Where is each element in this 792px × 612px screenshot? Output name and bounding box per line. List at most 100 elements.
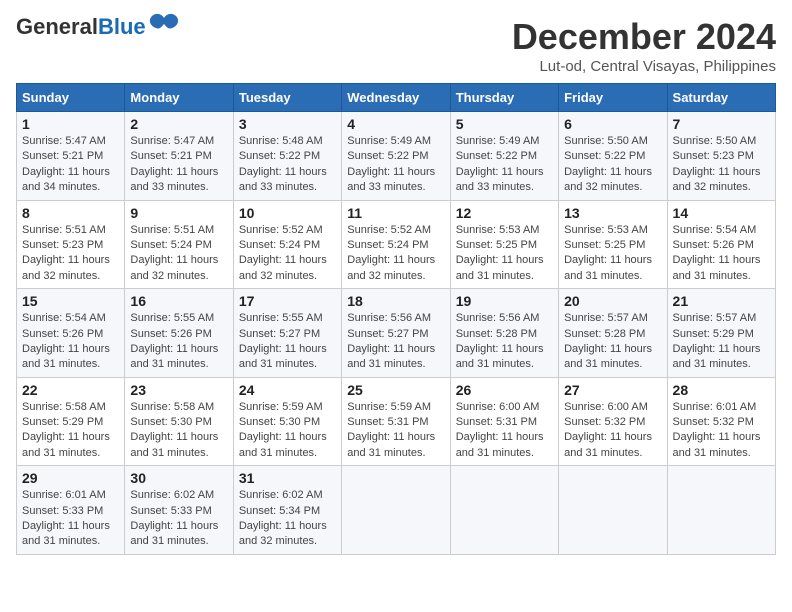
day-info: Sunrise: 5:52 AM Sunset: 5:24 PM Dayligh… (347, 223, 444, 285)
table-row: 25 Sunrise: 5:59 AM Sunset: 5:31 PM Dayl… (342, 377, 450, 466)
location-title: Lut-od, Central Visayas, Philippines (512, 58, 776, 75)
day-info: Sunrise: 5:53 AM Sunset: 5:25 PM Dayligh… (564, 223, 661, 285)
col-saturday: Saturday (667, 84, 775, 112)
col-sunday: Sunday (17, 84, 125, 112)
empty-cell (667, 466, 775, 555)
table-row: 27 Sunrise: 6:00 AM Sunset: 5:32 PM Dayl… (559, 377, 667, 466)
table-row: 23 Sunrise: 5:58 AM Sunset: 5:30 PM Dayl… (125, 377, 233, 466)
calendar-table: Sunday Monday Tuesday Wednesday Thursday… (16, 83, 776, 555)
col-thursday: Thursday (450, 84, 558, 112)
table-row: 15 Sunrise: 5:54 AM Sunset: 5:26 PM Dayl… (17, 289, 125, 378)
table-row: 18 Sunrise: 5:56 AM Sunset: 5:27 PM Dayl… (342, 289, 450, 378)
day-info: Sunrise: 5:54 AM Sunset: 5:26 PM Dayligh… (22, 311, 119, 373)
logo-general: General (16, 14, 98, 39)
table-row: 26 Sunrise: 6:00 AM Sunset: 5:31 PM Dayl… (450, 377, 558, 466)
day-number: 7 (673, 116, 770, 132)
day-number: 26 (456, 382, 553, 398)
day-number: 12 (456, 205, 553, 221)
day-info: Sunrise: 5:57 AM Sunset: 5:29 PM Dayligh… (673, 311, 770, 373)
day-info: Sunrise: 5:48 AM Sunset: 5:22 PM Dayligh… (239, 134, 336, 196)
day-info: Sunrise: 5:59 AM Sunset: 5:30 PM Dayligh… (239, 400, 336, 462)
day-number: 2 (130, 116, 227, 132)
day-info: Sunrise: 5:49 AM Sunset: 5:22 PM Dayligh… (347, 134, 444, 196)
col-friday: Friday (559, 84, 667, 112)
day-info: Sunrise: 5:58 AM Sunset: 5:30 PM Dayligh… (130, 400, 227, 462)
table-row: 22 Sunrise: 5:58 AM Sunset: 5:29 PM Dayl… (17, 377, 125, 466)
day-number: 8 (22, 205, 119, 221)
table-row: 16 Sunrise: 5:55 AM Sunset: 5:26 PM Dayl… (125, 289, 233, 378)
table-row: 3 Sunrise: 5:48 AM Sunset: 5:22 PM Dayli… (233, 112, 341, 201)
logo: GeneralBlue (16, 16, 180, 38)
day-number: 24 (239, 382, 336, 398)
table-row: 9 Sunrise: 5:51 AM Sunset: 5:24 PM Dayli… (125, 200, 233, 289)
day-info: Sunrise: 5:51 AM Sunset: 5:23 PM Dayligh… (22, 223, 119, 285)
day-number: 9 (130, 205, 227, 221)
logo-text: GeneralBlue (16, 16, 146, 38)
empty-cell (450, 466, 558, 555)
day-info: Sunrise: 5:59 AM Sunset: 5:31 PM Dayligh… (347, 400, 444, 462)
day-number: 16 (130, 293, 227, 309)
day-info: Sunrise: 5:52 AM Sunset: 5:24 PM Dayligh… (239, 223, 336, 285)
day-number: 20 (564, 293, 661, 309)
day-info: Sunrise: 5:55 AM Sunset: 5:27 PM Dayligh… (239, 311, 336, 373)
day-info: Sunrise: 5:51 AM Sunset: 5:24 PM Dayligh… (130, 223, 227, 285)
day-number: 17 (239, 293, 336, 309)
empty-cell (559, 466, 667, 555)
table-row: 29 Sunrise: 6:01 AM Sunset: 5:33 PM Dayl… (17, 466, 125, 555)
table-row: 4 Sunrise: 5:49 AM Sunset: 5:22 PM Dayli… (342, 112, 450, 201)
day-number: 6 (564, 116, 661, 132)
day-info: Sunrise: 5:58 AM Sunset: 5:29 PM Dayligh… (22, 400, 119, 462)
day-number: 19 (456, 293, 553, 309)
table-row: 2 Sunrise: 5:47 AM Sunset: 5:21 PM Dayli… (125, 112, 233, 201)
table-row: 21 Sunrise: 5:57 AM Sunset: 5:29 PM Dayl… (667, 289, 775, 378)
table-row: 12 Sunrise: 5:53 AM Sunset: 5:25 PM Dayl… (450, 200, 558, 289)
day-info: Sunrise: 6:01 AM Sunset: 5:33 PM Dayligh… (22, 488, 119, 550)
day-number: 25 (347, 382, 444, 398)
col-wednesday: Wednesday (342, 84, 450, 112)
day-info: Sunrise: 5:54 AM Sunset: 5:26 PM Dayligh… (673, 223, 770, 285)
day-info: Sunrise: 5:47 AM Sunset: 5:21 PM Dayligh… (130, 134, 227, 196)
day-number: 4 (347, 116, 444, 132)
day-number: 27 (564, 382, 661, 398)
day-number: 31 (239, 470, 336, 486)
day-number: 1 (22, 116, 119, 132)
table-row: 6 Sunrise: 5:50 AM Sunset: 5:22 PM Dayli… (559, 112, 667, 201)
table-row: 28 Sunrise: 6:01 AM Sunset: 5:32 PM Dayl… (667, 377, 775, 466)
day-info: Sunrise: 5:53 AM Sunset: 5:25 PM Dayligh… (456, 223, 553, 285)
day-info: Sunrise: 6:00 AM Sunset: 5:31 PM Dayligh… (456, 400, 553, 462)
header-row: Sunday Monday Tuesday Wednesday Thursday… (17, 84, 776, 112)
calendar-week-row: 8 Sunrise: 5:51 AM Sunset: 5:23 PM Dayli… (17, 200, 776, 289)
day-info: Sunrise: 6:02 AM Sunset: 5:33 PM Dayligh… (130, 488, 227, 550)
table-row: 1 Sunrise: 5:47 AM Sunset: 5:21 PM Dayli… (17, 112, 125, 201)
day-number: 5 (456, 116, 553, 132)
col-tuesday: Tuesday (233, 84, 341, 112)
day-number: 14 (673, 205, 770, 221)
month-title: December 2024 (512, 16, 776, 58)
logo-blue: Blue (98, 14, 146, 39)
day-number: 23 (130, 382, 227, 398)
day-info: Sunrise: 5:50 AM Sunset: 5:22 PM Dayligh… (564, 134, 661, 196)
calendar-week-row: 15 Sunrise: 5:54 AM Sunset: 5:26 PM Dayl… (17, 289, 776, 378)
day-info: Sunrise: 5:57 AM Sunset: 5:28 PM Dayligh… (564, 311, 661, 373)
day-info: Sunrise: 5:47 AM Sunset: 5:21 PM Dayligh… (22, 134, 119, 196)
day-number: 22 (22, 382, 119, 398)
day-info: Sunrise: 5:55 AM Sunset: 5:26 PM Dayligh… (130, 311, 227, 373)
table-row: 8 Sunrise: 5:51 AM Sunset: 5:23 PM Dayli… (17, 200, 125, 289)
day-number: 28 (673, 382, 770, 398)
calendar-week-row: 1 Sunrise: 5:47 AM Sunset: 5:21 PM Dayli… (17, 112, 776, 201)
table-row: 13 Sunrise: 5:53 AM Sunset: 5:25 PM Dayl… (559, 200, 667, 289)
empty-cell (342, 466, 450, 555)
day-number: 18 (347, 293, 444, 309)
table-row: 20 Sunrise: 5:57 AM Sunset: 5:28 PM Dayl… (559, 289, 667, 378)
table-row: 24 Sunrise: 5:59 AM Sunset: 5:30 PM Dayl… (233, 377, 341, 466)
day-number: 13 (564, 205, 661, 221)
calendar-week-row: 22 Sunrise: 5:58 AM Sunset: 5:29 PM Dayl… (17, 377, 776, 466)
logo-bird-icon (148, 12, 180, 34)
table-row: 7 Sunrise: 5:50 AM Sunset: 5:23 PM Dayli… (667, 112, 775, 201)
day-info: Sunrise: 6:02 AM Sunset: 5:34 PM Dayligh… (239, 488, 336, 550)
day-info: Sunrise: 6:00 AM Sunset: 5:32 PM Dayligh… (564, 400, 661, 462)
day-number: 15 (22, 293, 119, 309)
day-number: 10 (239, 205, 336, 221)
col-monday: Monday (125, 84, 233, 112)
day-info: Sunrise: 5:50 AM Sunset: 5:23 PM Dayligh… (673, 134, 770, 196)
